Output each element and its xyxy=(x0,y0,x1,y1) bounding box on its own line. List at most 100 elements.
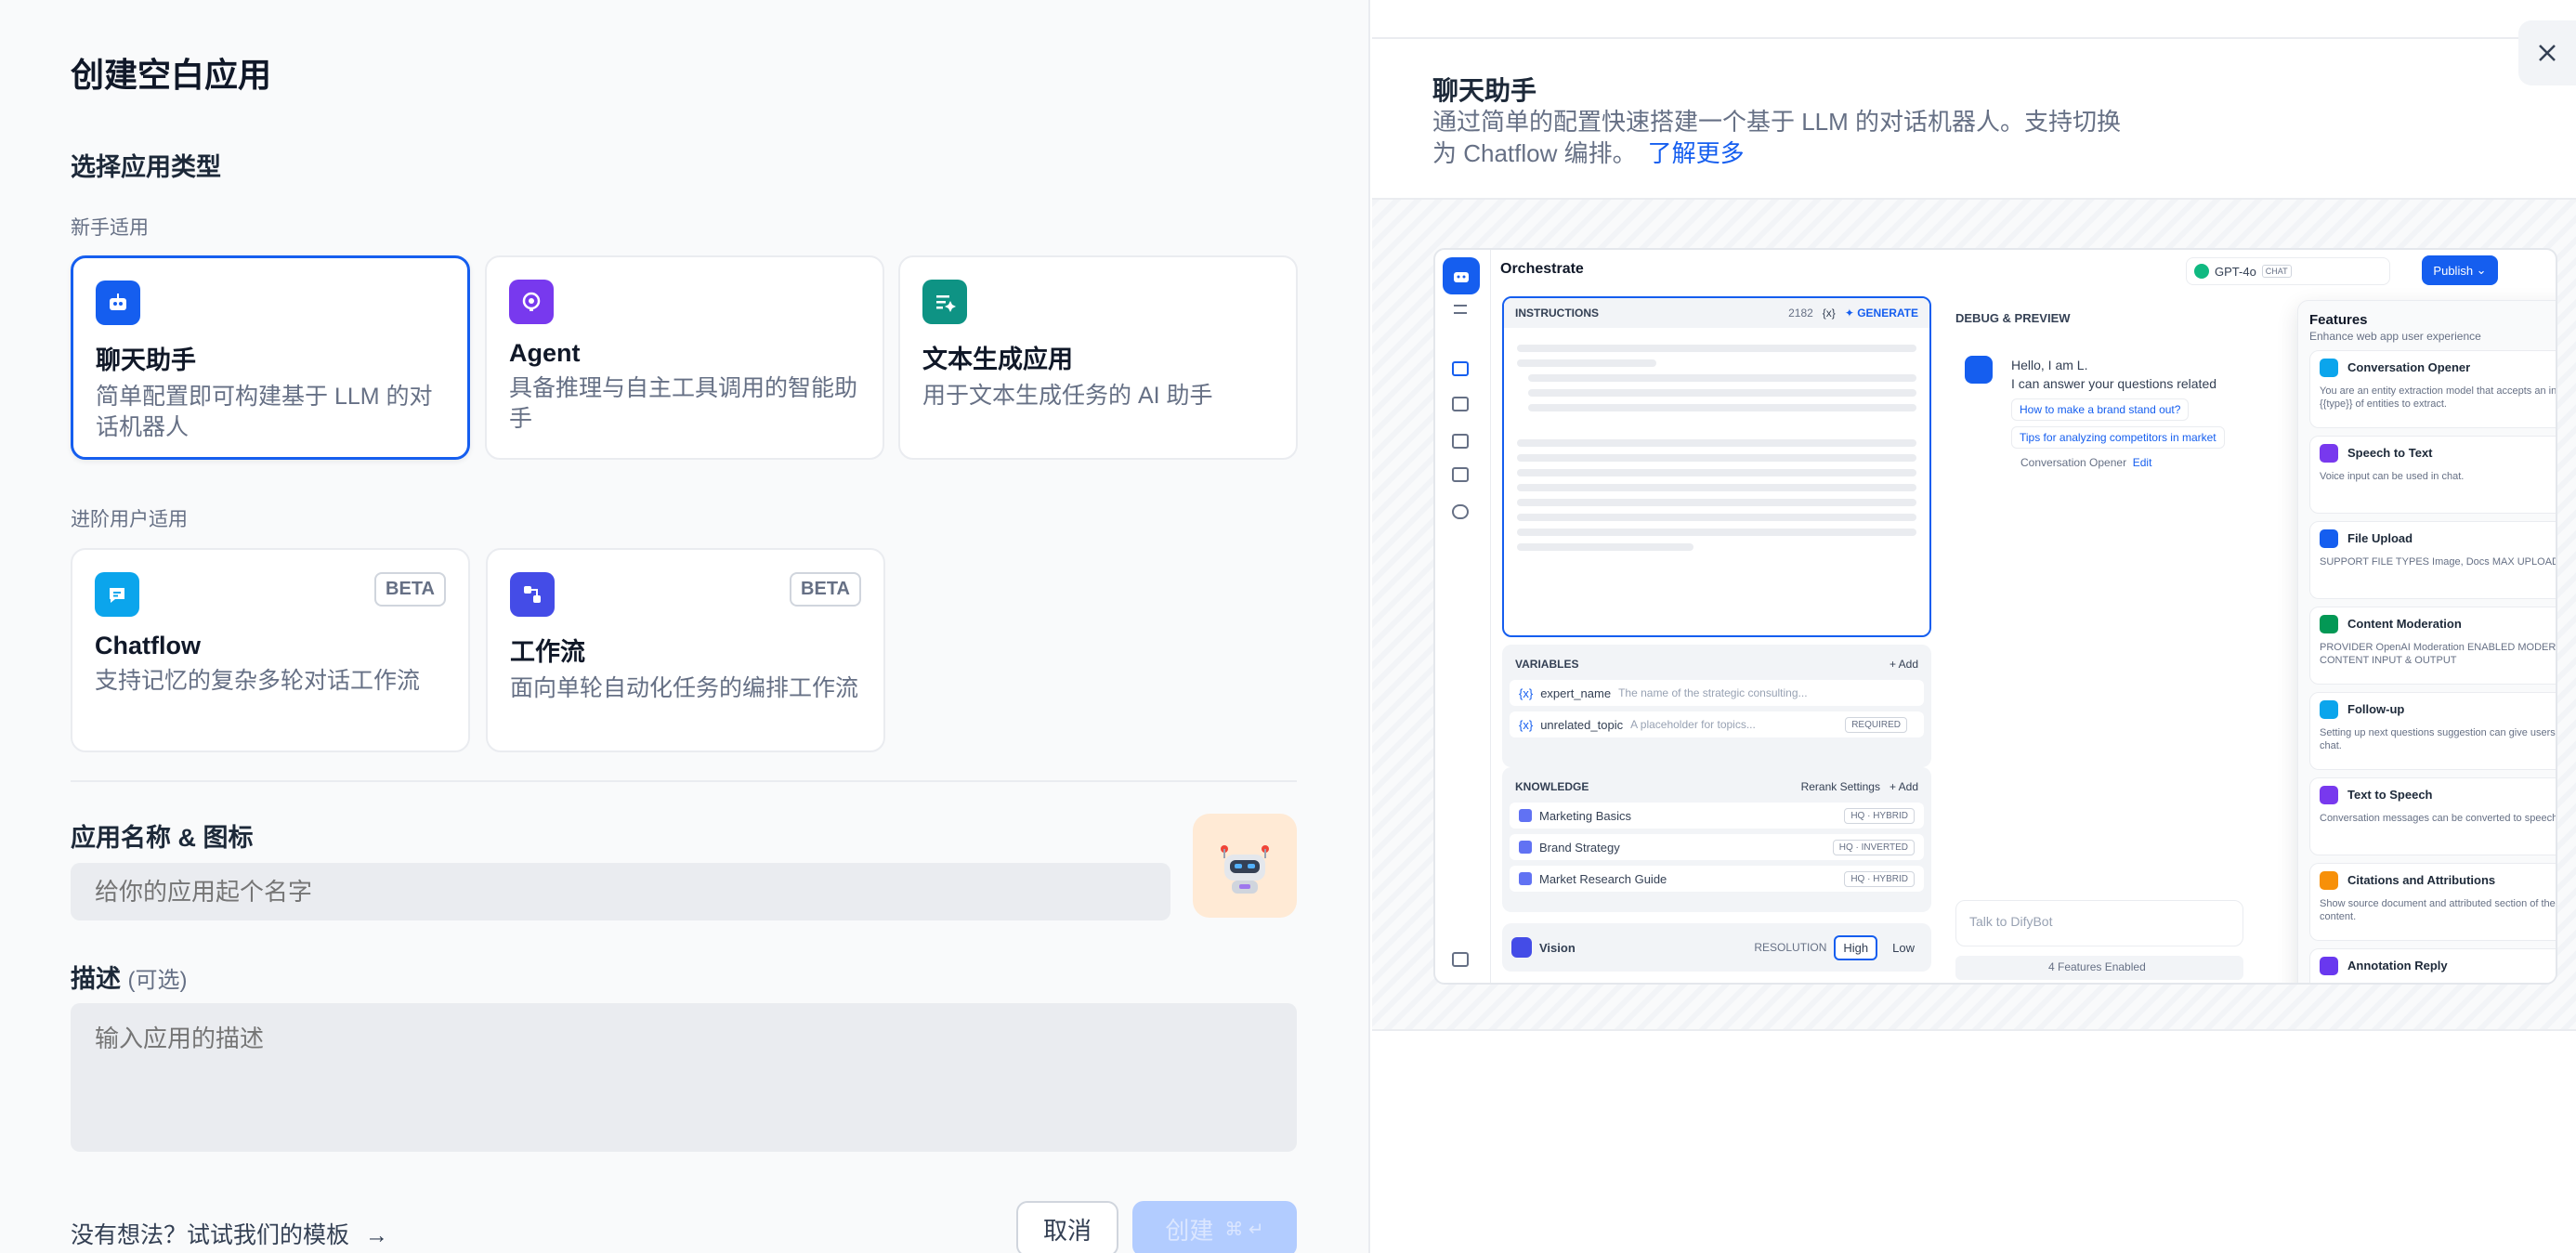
dataset-tag: HQ · HYBRID xyxy=(1844,807,1915,824)
instructions-panel: INSTRUCTIONS 2182 {x} ✦ GENERATE xyxy=(1502,296,1931,637)
microphone-icon xyxy=(2320,444,2338,463)
feature-name: Follow-up xyxy=(2347,702,2405,716)
feature-desc: PROVIDER OpenAI Moderation ENABLED MODER… xyxy=(2320,642,2557,666)
orchestrate-icon xyxy=(1452,361,1469,376)
knowledge-row: Brand Strategy HQ · INVERTED xyxy=(1510,834,1924,860)
app-type-card-text-generation[interactable]: 文本生成应用 用于文本生成任务的 AI 助手 xyxy=(898,255,1298,460)
create-app-form: 创建空白应用 选择应用类型 新手适用 聊天助手 简单配置即可构建基于 LLM 的… xyxy=(0,0,1370,1253)
speaker-icon xyxy=(2320,786,2338,804)
shield-icon xyxy=(2320,615,2338,633)
resolution-high: High xyxy=(1834,934,1878,960)
feature-name: Speech to Text xyxy=(2347,446,2433,460)
app-type-section-title: 选择应用类型 xyxy=(71,153,221,181)
feature-name: Annotation Reply xyxy=(2347,959,2448,972)
feature-content-moderation: Content Moderation PROVIDER OpenAI Moder… xyxy=(2309,607,2557,685)
cancel-button[interactable]: 取消 xyxy=(1016,1201,1118,1253)
optional-hint: (可选) xyxy=(127,968,188,993)
description-textarea[interactable] xyxy=(71,1003,1297,1152)
suggested-question: Tips for analyzing competitors in market xyxy=(2011,426,2225,449)
app-type-card-workflow[interactable]: BETA 工作流 面向单轮自动化任务的编排工作流 xyxy=(486,548,885,752)
close-button[interactable] xyxy=(2518,20,2576,85)
variables-header: VARIABLES + Add xyxy=(1510,652,1924,680)
chat-bot-icon xyxy=(96,281,140,325)
suggested-question: How to make a brand stand out? xyxy=(2011,398,2190,421)
collapse-icon xyxy=(1452,952,1469,967)
template-link[interactable]: 没有想法？试试我们的模板 → xyxy=(71,1217,388,1250)
close-icon xyxy=(2539,45,2556,61)
instructions-title: INSTRUCTIONS xyxy=(1515,307,1599,320)
preview-description: 通过简单的配置快速搭建一个基于 LLM 的对话机器人。支持切换为 Chatflo… xyxy=(1432,106,2138,169)
annotation-icon xyxy=(2320,957,2338,975)
conversation-opener-note: Conversation Opener Edit xyxy=(2020,456,2151,469)
monitor-icon xyxy=(1452,504,1469,519)
chat-message: Hello, I am L. I can answer your questio… xyxy=(2011,356,2243,393)
variable-row: {x} expert_name The name of the strategi… xyxy=(1510,680,1924,706)
card-desc: 面向单轮自动化任务的编排工作流 xyxy=(510,675,859,701)
feature-citations: Citations and Attributions Show source d… xyxy=(2309,863,2556,941)
card-name: 聊天助手 xyxy=(96,346,196,374)
chatflow-icon xyxy=(95,572,139,617)
instructions-count: 2182 xyxy=(1788,307,1813,320)
features-subtitle: Enhance web app user experience xyxy=(2309,330,2481,343)
card-desc: 支持记忆的复杂多轮对话工作流 xyxy=(95,668,421,694)
feature-name: Content Moderation xyxy=(2347,617,2462,631)
divider xyxy=(1372,37,2576,39)
feature-conversation-opener: Conversation Opener You are an entity ex… xyxy=(2309,350,2557,428)
debug-preview-title: DEBUG & PREVIEW xyxy=(1955,311,2071,325)
arrow-right-icon: → xyxy=(364,1222,388,1248)
variables-title: VARIABLES xyxy=(1515,658,1579,671)
vision-panel: Vision RESOLUTION High Low xyxy=(1502,923,1931,972)
card-desc: 具备推理与自主工具调用的智能助手 xyxy=(509,375,858,432)
add-variable-button: + Add xyxy=(1889,658,1918,671)
resolution-low: Low xyxy=(1892,940,1915,955)
openai-icon xyxy=(2194,264,2209,279)
folder-icon xyxy=(2320,529,2338,548)
feature-name: File Upload xyxy=(2347,531,2413,545)
create-shortcut: ⌘ ↵ xyxy=(1224,1219,1264,1240)
feature-desc: Setting up next questions suggestion can… xyxy=(2320,727,2556,751)
app-name-input[interactable] xyxy=(71,863,1170,920)
rerank-settings: Rerank Settings xyxy=(1800,780,1880,793)
chat-bot-avatar-icon xyxy=(1965,356,1993,384)
chat-line: Hello, I am L. xyxy=(2011,358,2088,372)
page-title: 创建空白应用 xyxy=(71,56,272,94)
preview-screenshot: Orchestrate GPT-4o CHAT Publish ⌄ INSTRU… xyxy=(1433,248,2557,985)
features-popover: Features Enhance web app user experience… xyxy=(2297,300,2557,983)
variable-name: expert_name xyxy=(1540,685,1612,700)
dataset-name: Market Research Guide xyxy=(1539,871,1667,886)
card-name: 工作流 xyxy=(510,638,585,666)
features-title: Features xyxy=(2309,312,2368,328)
orchestrate-title: Orchestrate xyxy=(1500,261,1584,277)
app-type-card-chat-assistant[interactable]: 聊天助手 简单配置即可构建基于 LLM 的对话机器人 xyxy=(71,255,470,460)
app-type-card-chatflow[interactable]: BETA Chatflow 支持记忆的复杂多轮对话工作流 xyxy=(71,548,470,752)
variable-desc: A placeholder for topics... xyxy=(1630,718,1756,731)
chat-line: I can answer your questions related xyxy=(2011,376,2217,391)
app-type-preview-panel: 聊天助手 通过简单的配置快速搭建一个基于 LLM 的对话机器人。支持切换为 Ch… xyxy=(1372,0,2576,1253)
workflow-icon xyxy=(510,572,555,617)
feature-desc: You are an entity extraction model that … xyxy=(2320,385,2557,410)
learn-more-link[interactable]: 了解更多 xyxy=(1648,139,1745,167)
app-icon-picker[interactable] xyxy=(1193,814,1297,918)
feature-desc: Show source document and attributed sect… xyxy=(2320,898,2556,922)
feature-name: Text to Speech xyxy=(2347,788,2433,802)
dataset-name: Marketing Basics xyxy=(1539,808,1631,823)
model-selector: GPT-4o CHAT xyxy=(2186,257,2390,285)
feature-speech-to-text: Speech to Text Voice input can be used i… xyxy=(2309,436,2556,514)
advanced-group-label: 进阶用户适用 xyxy=(71,509,188,530)
publish-button: Publish ⌄ xyxy=(2422,255,2498,285)
knowledge-panel: KNOWLEDGE Rerank Settings + Add Marketin… xyxy=(1502,767,1931,912)
feature-desc: SUPPORT FILE TYPES Image, Docs MAX UPLOA… xyxy=(2320,556,2557,568)
knowledge-actions: Rerank Settings + Add xyxy=(1801,780,1918,793)
app-type-card-agent[interactable]: Agent 具备推理与自主工具调用的智能助手 xyxy=(485,255,884,460)
card-name: Agent xyxy=(509,339,581,367)
bot-logo-icon xyxy=(1443,257,1480,294)
chat-icon xyxy=(2320,359,2338,377)
feature-annotation-reply: Annotation Reply xyxy=(2309,948,2556,983)
feature-name: Conversation Opener xyxy=(2347,360,2471,374)
create-button[interactable]: 创建 ⌘ ↵ xyxy=(1132,1201,1297,1253)
variable-icon: {x} xyxy=(1519,685,1534,700)
create-button-label: 创建 xyxy=(1165,1216,1214,1245)
variable-icon: {x} xyxy=(1519,717,1534,732)
generate-button: ✦ GENERATE xyxy=(1844,307,1918,320)
dataset-icon xyxy=(1519,872,1532,885)
